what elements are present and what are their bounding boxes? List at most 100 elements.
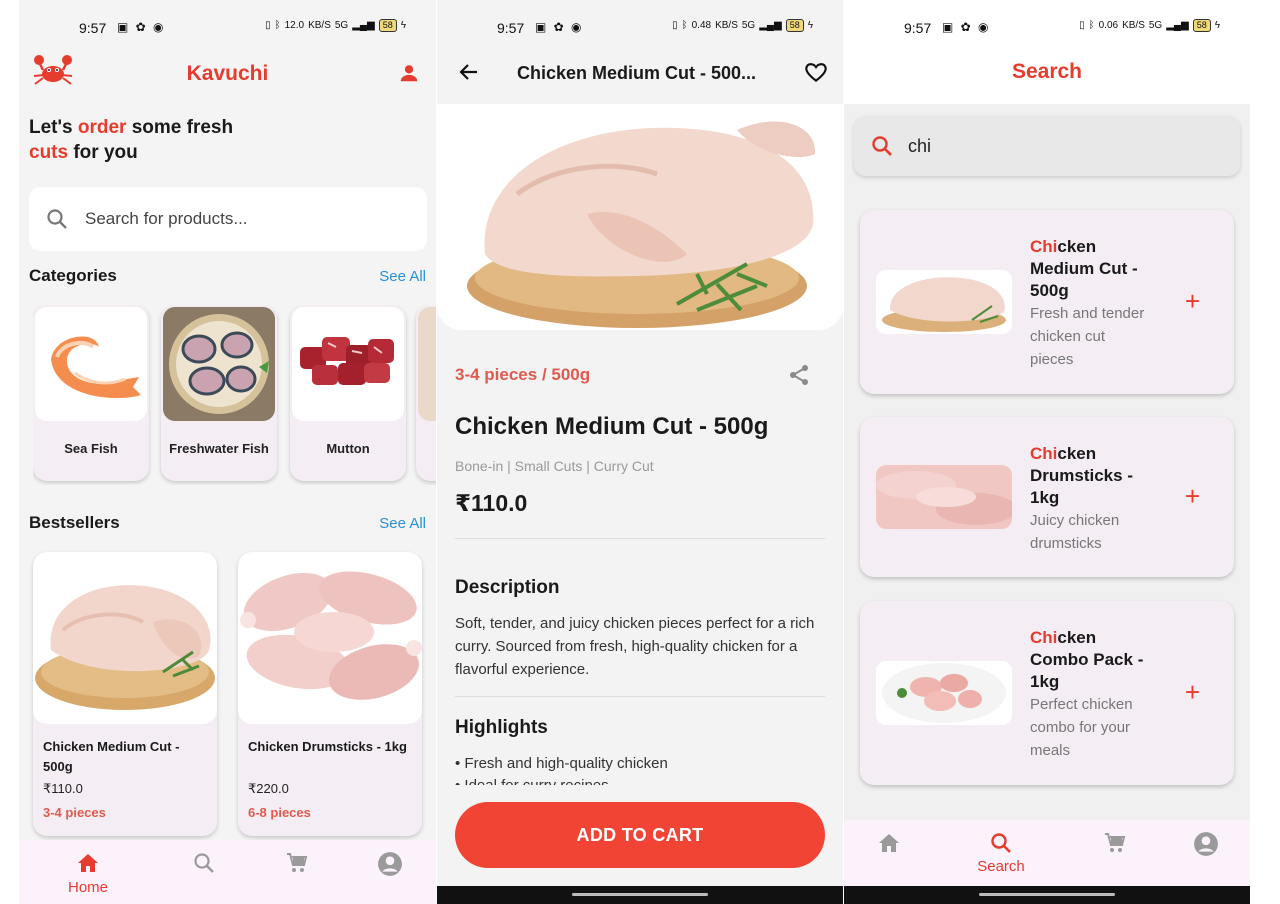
result-image-whole-chicken	[876, 270, 1012, 334]
highlights-title: Highlights	[455, 717, 548, 738]
nav-home[interactable]: Home	[38, 840, 138, 904]
greeting-heading: Let's order some fresh cuts for you	[29, 115, 269, 165]
product-pieces: 6-8 pieces	[248, 805, 311, 820]
notification-icons: ▣ ✿ ◉	[117, 20, 166, 34]
share-icon[interactable]	[787, 363, 811, 387]
category-card-mutton[interactable]: Mutton	[290, 305, 406, 481]
bottom-nav: Home	[19, 840, 436, 904]
brand-title: Kavuchi	[186, 62, 269, 85]
prawn-image	[35, 307, 147, 421]
bestsellers-see-all-link[interactable]: See All	[379, 515, 426, 532]
result-description: Perfect chicken combo for your meals	[1030, 696, 1133, 759]
bottom-nav: Search	[844, 820, 1250, 886]
account-circle-icon	[378, 852, 402, 876]
product-pieces: 3-4 pieces	[43, 805, 106, 820]
product-card-drumsticks[interactable]: Chicken Drumsticks - 1kg ₹220.0 6-8 piec…	[238, 552, 422, 836]
result-image-combo-pack	[876, 661, 1012, 725]
notification-icons: ▣ ✿ ◉	[942, 20, 991, 34]
highlight-item: • Ideal for curry recipes	[455, 775, 830, 785]
divider	[455, 538, 825, 539]
bluetooth-icon: ᛒ	[681, 20, 688, 31]
product-price: ₹220.0	[248, 781, 289, 796]
search-result-card[interactable]: Chicken Drumsticks - 1kg Juicy chicken d…	[860, 417, 1234, 577]
search-result-card[interactable]: Chicken Combo Pack - 1kg Perfect chicken…	[860, 601, 1234, 785]
product-detail-screen: 9:57 ▣ ✿ ◉ ▯ ᛒ 0.48 KB/S 5G ▂▄▆ 58 ϟ Chi…	[437, 0, 843, 904]
bluetooth-icon: ᛒ	[1088, 20, 1095, 31]
nav-cart[interactable]	[1070, 820, 1160, 886]
search-bar[interactable]: Search for products...	[29, 187, 427, 251]
net-speed: 12.0	[284, 20, 305, 31]
heart-icon[interactable]	[803, 59, 829, 85]
category-card-sea-fish[interactable]: Sea Fish	[33, 305, 149, 481]
nav-search[interactable]: Search	[956, 820, 1046, 886]
product-name: Chicken Medium Cut - 500g	[455, 413, 769, 440]
bestsellers-header: Bestsellers See All	[29, 513, 426, 533]
product-card-medium-cut[interactable]: Chicken Medium Cut - 500g ₹110.0 3-4 pie…	[33, 552, 217, 836]
match-highlight: Chi	[1030, 628, 1058, 647]
search-icon	[872, 136, 892, 156]
categories-see-all-link[interactable]: See All	[379, 268, 426, 285]
bestsellers-title: Bestsellers	[29, 513, 120, 532]
drumsticks-image	[238, 552, 422, 724]
search-icon	[47, 209, 67, 229]
network-type: 5G	[741, 20, 756, 31]
greeting-highlight: order	[77, 117, 127, 138]
status-right: ▯ ᛒ 0.06 KB/S 5G ▂▄▆ 58 ϟ	[1079, 19, 1220, 32]
add-icon[interactable]: +	[1185, 481, 1200, 512]
nav-home[interactable]	[844, 820, 934, 886]
greeting-highlight: cuts	[29, 142, 69, 163]
add-icon[interactable]: +	[1185, 677, 1200, 708]
gesture-bar	[437, 886, 843, 904]
nav-profile[interactable]	[340, 840, 436, 904]
status-bar: 9:57 ▣ ✿ ◉ ▯ ᛒ 12.0 KB/S 5G ▂▄▆ 58 ϟ	[19, 0, 436, 54]
nav-search[interactable]	[154, 840, 254, 904]
account-circle-icon	[1194, 832, 1218, 856]
person-icon[interactable]	[398, 62, 420, 84]
product-price: ₹110.0	[43, 781, 83, 796]
nav-cart[interactable]	[247, 840, 347, 904]
nav-home-label: Home	[67, 879, 108, 896]
signal-icon: ▂▄▆	[1166, 20, 1189, 31]
result-text: Chicken Drumsticks - 1kg Juicy chicken d…	[1030, 443, 1150, 555]
result-text: Chicken Medium Cut - 500g Fresh and tend…	[1030, 236, 1150, 371]
page-title: Chicken Medium Cut - 500...	[517, 63, 757, 83]
category-card-freshwater-fish[interactable]: Freshwater Fish	[161, 305, 277, 481]
vibrate-icon: ▯	[265, 20, 271, 31]
category-label: Mutton	[326, 441, 370, 456]
charging-icon: ϟ	[400, 20, 406, 31]
app-bar: Chicken Medium Cut - 500...	[437, 50, 843, 100]
battery-icon: 58	[785, 19, 804, 32]
search-screen: 9:57 ▣ ✿ ◉ ▯ ᛒ 0.06 KB/S 5G ▂▄▆ 58 ϟ Sea…	[844, 0, 1250, 904]
add-to-cart-button[interactable]: ADD TO CART	[455, 802, 825, 868]
status-time: 9:57	[497, 20, 525, 36]
search-input[interactable]: chi	[854, 116, 1240, 176]
product-name: Chicken Medium Cut - 500g	[43, 739, 180, 774]
app-bar: Kavuchi	[19, 50, 436, 100]
greeting-part: some fresh	[126, 117, 234, 138]
signal-icon: ▂▄▆	[759, 20, 782, 31]
greeting-part: Let's	[29, 117, 78, 138]
charging-icon: ϟ	[807, 20, 813, 31]
category-card-partial[interactable]	[416, 305, 436, 481]
search-icon	[194, 853, 214, 873]
divider	[455, 696, 825, 697]
status-time: 9:57	[79, 20, 107, 36]
charging-icon: ϟ	[1214, 20, 1220, 31]
nav-profile[interactable]	[1161, 820, 1250, 886]
search-result-card[interactable]: Chicken Medium Cut - 500g Fresh and tend…	[860, 210, 1234, 394]
back-arrow-icon[interactable]	[457, 60, 481, 84]
result-name: Chicken Drumsticks - 1kg	[1030, 443, 1150, 509]
pieces-weight: 3-4 pieces / 500g	[455, 365, 591, 384]
categories-row[interactable]: Sea Fish Freshwater Fish Mutton	[33, 305, 436, 485]
net-speed-unit: KB/S	[715, 20, 738, 31]
home-screen: 9:57 ▣ ✿ ◉ ▯ ᛒ 12.0 KB/S 5G ▂▄▆ 58 ϟ Kav…	[19, 0, 436, 904]
battery-icon: 58	[1192, 19, 1211, 32]
description-text: Soft, tender, and juicy chicken pieces p…	[455, 615, 815, 678]
add-icon[interactable]: +	[1185, 286, 1200, 317]
result-description: Fresh and tender chicken cut pieces	[1030, 305, 1145, 368]
search-placeholder: Search for products...	[85, 209, 248, 228]
highlights-list: • Fresh and high-quality chicken • Ideal…	[455, 753, 830, 785]
product-name: Chicken Drumsticks - 1kg	[248, 739, 407, 754]
gesture-bar	[844, 886, 1250, 904]
signal-icon: ▂▄▆	[352, 20, 375, 31]
